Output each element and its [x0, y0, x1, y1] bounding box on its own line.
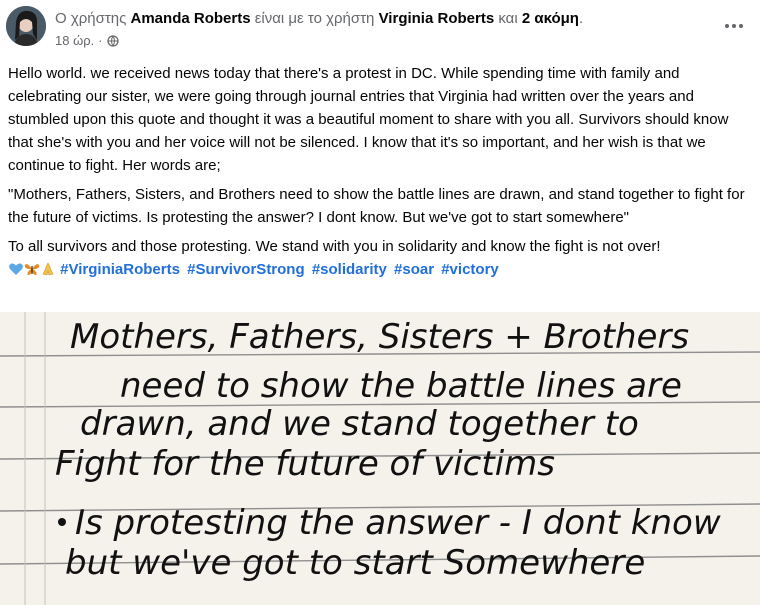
header-and: και: [498, 10, 518, 27]
dot-icon: [739, 24, 743, 28]
handwriting-line: but we've got to start Somewhere: [65, 543, 645, 583]
post-paragraph: "Mothers, Fathers, Sisters, and Brothers…: [8, 186, 745, 226]
post-paragraph: Hello world. we received news today that…: [8, 65, 729, 174]
handwriting-line: Is protesting the answer - I dont know: [75, 503, 721, 543]
header-period: .: [578, 10, 584, 27]
others-link[interactable]: 2 ακόμη: [522, 10, 579, 27]
handwriting-line: drawn, and we stand together to: [80, 404, 639, 444]
hashtag-line: #VirginiaRoberts #SurvivorStrong #solida…: [8, 258, 756, 281]
blue-heart-emoji: [9, 263, 23, 275]
post-header: Ο χρήστης Amanda Roberts είναι με το χρή…: [0, 0, 760, 58]
post-paragraph: To all survivors and those protesting. W…: [8, 238, 661, 255]
hashtag-link[interactable]: #solidarity: [312, 261, 387, 278]
header-prefix: Ο χρήστης: [55, 10, 127, 27]
dot-icon: [732, 24, 736, 28]
hashtag-link[interactable]: #VirginiaRoberts: [60, 261, 180, 278]
journal-page: Mothers, Fathers, Sisters + Brothers nee…: [0, 312, 760, 605]
hashtag-link[interactable]: #victory: [441, 261, 499, 278]
more-options-button[interactable]: [720, 12, 748, 40]
post-timestamp[interactable]: 18 ώρ.: [55, 33, 94, 48]
tagged-user-link[interactable]: Virginia Roberts: [379, 10, 495, 27]
dot-icon: [725, 24, 729, 28]
post-text: Hello world. we received news today that…: [8, 62, 756, 281]
header-mid: είναι με το χρήστη: [254, 10, 375, 27]
globe-icon: [106, 34, 119, 47]
butterfly-emoji: [24, 264, 40, 275]
handwriting-line: Mothers, Fathers, Sisters + Brothers: [70, 317, 689, 357]
handwriting-line: need to show the battle lines are: [120, 366, 682, 406]
hashtag-link[interactable]: #soar: [394, 261, 434, 278]
journal-photo[interactable]: Mothers, Fathers, Sisters + Brothers nee…: [0, 312, 760, 605]
handwriting-line: Fight for the future of victims: [55, 444, 555, 484]
avatar[interactable]: [6, 6, 46, 46]
avatar-image: [6, 6, 46, 46]
bullet-dot: [58, 518, 66, 526]
meta-separator: ·: [98, 33, 103, 48]
hashtag-link[interactable]: #SurvivorStrong: [187, 261, 305, 278]
praying-hands-emoji: [42, 262, 54, 276]
post-meta: 18 ώρ. ·: [55, 33, 119, 48]
author-name-link[interactable]: Amanda Roberts: [131, 10, 251, 27]
post-header-line: Ο χρήστης Amanda Roberts είναι με το χρή…: [55, 10, 583, 27]
